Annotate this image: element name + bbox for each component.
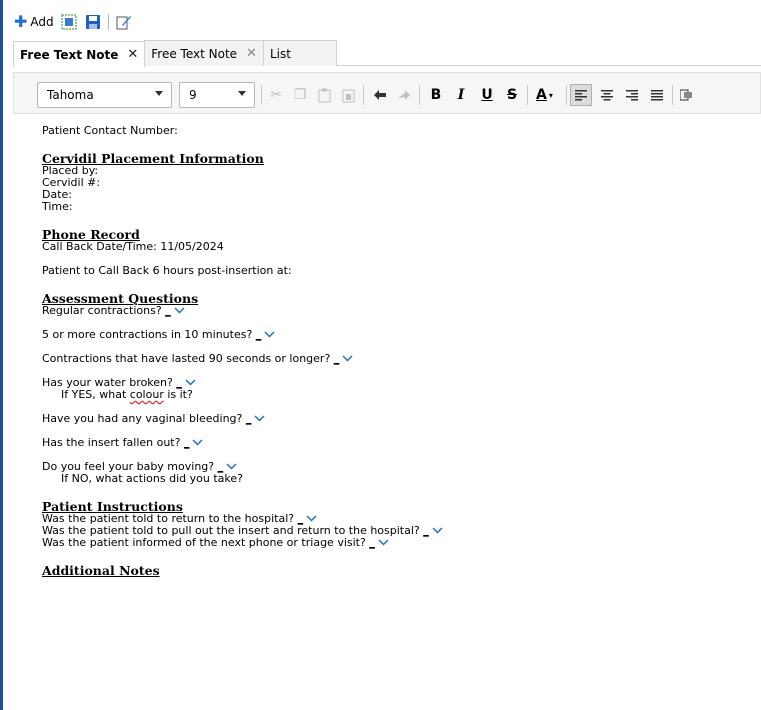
strikethrough-button[interactable]: S	[501, 84, 523, 106]
time-line: Time:	[42, 200, 73, 213]
formatting-toolbar: Tahoma 9 ✂ ❐ B I U S A ▾	[13, 72, 761, 114]
cut-icon[interactable]: ✂	[265, 84, 287, 106]
font-size-select[interactable]: 9	[179, 82, 255, 108]
misspelled-word[interactable]: colour	[130, 388, 164, 401]
question-text: Regular contractions?	[42, 304, 166, 317]
paste-icon[interactable]	[313, 84, 335, 106]
note-content: Patient Contact Number: Cervidil Placeme…	[42, 125, 443, 577]
toolbar-separator	[672, 85, 673, 105]
answer-blank: _	[369, 536, 375, 549]
align-justify-icon[interactable]	[646, 84, 668, 106]
patient-contact-line: Patient Contact Number:	[42, 124, 178, 137]
font-color-button[interactable]: A ▾	[533, 84, 563, 106]
cervidil-number-line: Cervidil #:	[42, 176, 101, 189]
cervidil-heading: Cervidil Placement Information	[42, 151, 264, 166]
underline-button[interactable]: U	[476, 84, 498, 106]
instruction-informed: Was the patient informed of the next pho…	[42, 537, 443, 549]
note-tabs: Free Text Note ✕ Free Text Note ✕ List	[13, 40, 761, 67]
answer-blank: _	[333, 352, 340, 365]
date-line: Date:	[42, 188, 72, 201]
add-button[interactable]: ✚ Add	[14, 12, 54, 31]
bold-button[interactable]: B	[425, 84, 447, 106]
paste-special-icon[interactable]	[337, 84, 359, 106]
fit-icon[interactable]	[60, 13, 78, 31]
chevron-down-icon: ▾	[548, 90, 553, 100]
copy-icon[interactable]: ❐	[289, 84, 311, 106]
question-text: Has the insert fallen out?	[42, 436, 184, 449]
align-center-icon[interactable]	[596, 84, 618, 106]
chevron-down-icon[interactable]	[432, 525, 443, 537]
question-vaginal-bleeding: Have you had any vaginal bleeding? _	[42, 413, 443, 425]
answer-blank: _	[183, 436, 190, 449]
undo-icon[interactable]	[369, 84, 391, 106]
align-left-icon[interactable]	[570, 84, 592, 106]
call-back-line: Call Back Date/Time: 11/05/2024	[42, 240, 224, 253]
save-icon[interactable]	[84, 13, 102, 31]
note-toolbar: ✚ Add	[14, 12, 133, 32]
chevron-down-icon[interactable]	[192, 437, 203, 449]
font-name-select[interactable]: Tahoma	[37, 82, 172, 108]
tab-label: Free Text Note	[20, 47, 119, 62]
question-text: Have you had any vaginal bleeding?	[42, 412, 246, 425]
question-5-contractions: 5 or more contractions in 10 minutes? _	[42, 329, 443, 341]
answer-blank: _	[245, 412, 252, 425]
additional-notes-heading: Additional Notes	[42, 563, 160, 578]
plus-icon: ✚	[14, 12, 28, 31]
chevron-down-icon[interactable]	[174, 305, 185, 317]
question-text: If YES, what	[61, 388, 130, 401]
question-water-colour: If YES, what colour is it?	[42, 389, 443, 401]
note-editor[interactable]: Patient Contact Number: Cervidil Placeme…	[13, 114, 761, 710]
edit-note-icon[interactable]	[115, 13, 133, 31]
font-color-label: A	[536, 87, 547, 103]
chevron-down-icon[interactable]	[342, 353, 353, 365]
answer-blank: _	[255, 328, 262, 341]
answer-blank: _	[423, 524, 429, 537]
question-text: is it?	[163, 388, 193, 401]
call-back-6h-line: Patient to Call Back 6 hours post-insert…	[42, 264, 292, 277]
tab-list[interactable]: List	[262, 40, 337, 66]
question-text: Was the patient informed of the next pho…	[42, 536, 370, 549]
tab-label: List	[269, 46, 291, 61]
toolbar-separator	[261, 85, 262, 105]
redo-icon[interactable]	[393, 84, 415, 106]
add-label: Add	[30, 15, 54, 29]
toolbar-separator	[363, 85, 364, 105]
toolbar-separator	[527, 85, 528, 105]
close-icon[interactable]: ✕	[246, 46, 257, 61]
toolbar-separator	[566, 85, 567, 105]
left-accent-bar	[0, 0, 3, 710]
answer-blank: _	[165, 304, 171, 317]
chevron-down-icon	[155, 91, 163, 96]
question-baby-actions: If NO, what actions did you take?	[61, 472, 243, 485]
italic-button[interactable]: I	[450, 84, 472, 106]
question-90-seconds: Contractions that have lasted 90 seconds…	[42, 353, 443, 365]
insert-field-icon[interactable]	[676, 84, 698, 106]
font-name-value: Tahoma	[47, 88, 94, 102]
tab-free-text-note-2[interactable]: Free Text Note ✕	[144, 40, 264, 66]
chevron-down-icon	[238, 91, 246, 96]
question-text: 5 or more contractions in 10 minutes?	[42, 328, 256, 341]
close-icon[interactable]: ✕	[127, 47, 138, 62]
toolbar-separator	[107, 14, 109, 30]
toolbar-separator	[419, 85, 420, 105]
chevron-down-icon[interactable]	[264, 329, 275, 341]
question-regular-contractions: Regular contractions? _	[42, 305, 443, 317]
chevron-down-icon[interactable]	[254, 413, 265, 425]
chevron-down-icon[interactable]	[378, 537, 389, 549]
tab-label: Free Text Note	[151, 46, 238, 61]
tab-free-text-note-1[interactable]: Free Text Note ✕	[13, 41, 146, 67]
font-size-value: 9	[189, 88, 197, 102]
placed-by-line: Placed by:	[42, 164, 99, 177]
question-text: Contractions that have lasted 90 seconds…	[42, 352, 334, 365]
question-insert-fallen: Has the insert fallen out? _	[42, 437, 443, 449]
align-right-icon[interactable]	[621, 84, 643, 106]
